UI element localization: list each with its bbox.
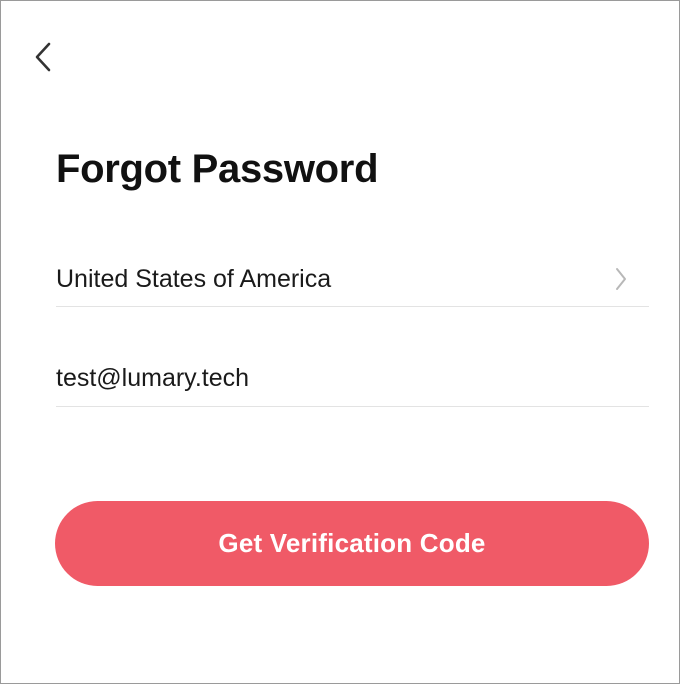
country-selector[interactable]: United States of America — [56, 251, 649, 307]
email-field[interactable] — [56, 364, 649, 393]
email-field-row — [56, 351, 649, 407]
chevron-right-icon — [611, 265, 631, 293]
country-value: United States of America — [56, 264, 332, 293]
chevron-left-icon — [34, 42, 52, 72]
back-button[interactable] — [27, 37, 59, 77]
page-title: Forgot Password — [56, 147, 379, 191]
forgot-password-screen: Forgot Password United States of America… — [0, 0, 680, 684]
get-verification-code-button[interactable]: Get Verification Code — [55, 501, 649, 586]
